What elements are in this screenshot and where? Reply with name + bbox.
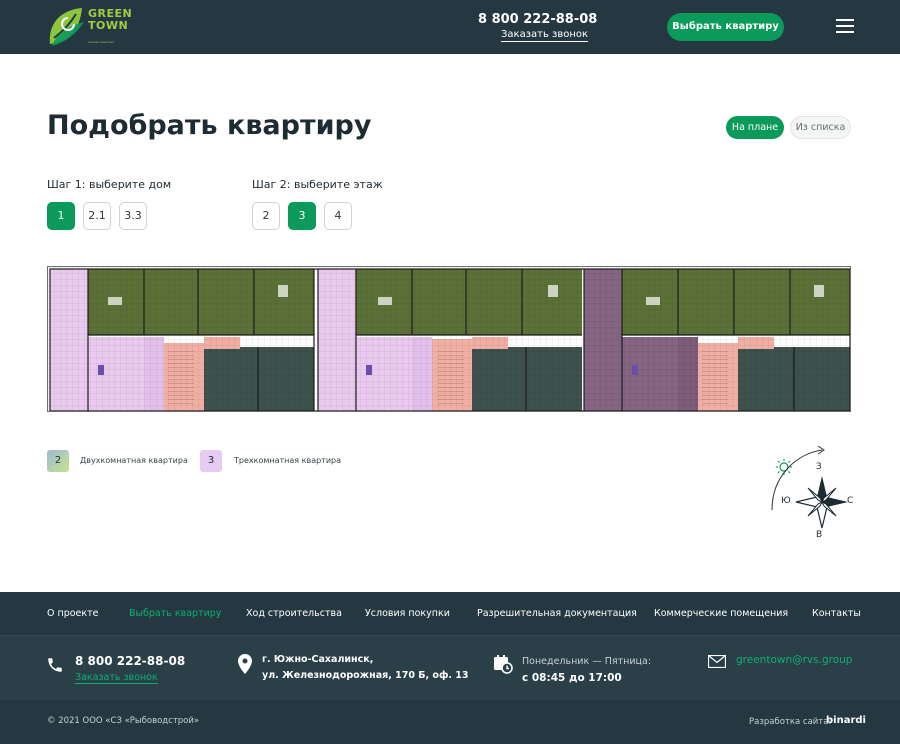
step1-label: Шаг 1: выберите дом bbox=[47, 178, 172, 191]
location-pin-icon bbox=[238, 654, 252, 674]
view-on-plan-button[interactable]: На плане bbox=[726, 116, 784, 139]
menu-icon[interactable] bbox=[836, 19, 854, 33]
phone-icon bbox=[48, 658, 62, 672]
footer-callback-link[interactable]: Заказать звонок bbox=[75, 672, 158, 684]
mail-icon bbox=[708, 655, 726, 668]
logo-line2: TOWN bbox=[88, 19, 129, 32]
footer-address-line2: ул. Железнодорожная, 170 Б, оф. 13 bbox=[262, 670, 469, 681]
page-title: Подобрать квартиру bbox=[47, 110, 372, 141]
floor-option-4[interactable]: 4 bbox=[324, 202, 352, 230]
footer-developer-brand[interactable]: binardi bbox=[826, 715, 866, 726]
footer-hours-value: с 08:45 до 17:00 bbox=[522, 672, 622, 684]
site-header: GREEN TOWN жилой комплекс 8 800 222-88-0… bbox=[0, 0, 900, 54]
legend-2room-label: Двухкомнатная квартира bbox=[80, 456, 188, 465]
compass-rose-icon bbox=[771, 445, 848, 529]
footer-nav-construction[interactable]: Ход строительства bbox=[246, 608, 342, 619]
footer-bottom-bar: © 2021 ООО «СЗ «Рыбоводстрой» Разработка… bbox=[0, 700, 900, 744]
footer-hours-label: Понедельник — Пятница: bbox=[522, 656, 652, 667]
logo[interactable]: GREEN TOWN жилой комплекс bbox=[46, 4, 132, 50]
house-option-1[interactable]: 1 bbox=[47, 202, 75, 230]
leaf-logo-icon bbox=[49, 8, 84, 46]
legend-3room-swatch: 3 bbox=[200, 450, 222, 472]
header-callback-link[interactable]: Заказать звонок bbox=[501, 29, 589, 42]
step2-label: Шаг 2: выберите этаж bbox=[252, 178, 383, 191]
footer-developer-label: Разработка сайта: bbox=[749, 717, 832, 727]
compass-north-label: З bbox=[816, 462, 822, 472]
floor-option-3[interactable]: 3 bbox=[288, 202, 316, 230]
logo-subtitle: жилой комплекс bbox=[88, 40, 115, 44]
legend-2room-swatch: 2 bbox=[47, 450, 69, 472]
footer-copyright: © 2021 ООО «СЗ «Рыбоводстрой» bbox=[47, 716, 200, 726]
footer-nav-contacts[interactable]: Контакты bbox=[812, 608, 861, 619]
footer-nav-purchase-terms[interactable]: Условия покупки bbox=[365, 608, 450, 619]
compass-east-label: С bbox=[847, 496, 854, 506]
choose-apartment-button[interactable]: Выбрать квартиру bbox=[667, 13, 784, 41]
compass: З В Ю С bbox=[766, 445, 858, 542]
footer-nav-about[interactable]: О проекте bbox=[47, 608, 99, 619]
site-footer: О проекте Выбрать квартиру Ход строитель… bbox=[0, 592, 900, 744]
footer-nav-choose-apartment[interactable]: Выбрать квартиру bbox=[129, 608, 221, 619]
house-option-2-1[interactable]: 2.1 bbox=[83, 202, 111, 230]
footer-email[interactable]: greentown@rvs.group bbox=[736, 654, 852, 666]
footer-nav: О проекте Выбрать квартиру Ход строитель… bbox=[0, 592, 900, 636]
footer-nav-commercial[interactable]: Коммерческие помещения bbox=[654, 608, 788, 619]
footer-phone[interactable]: 8 800 222-88-08 bbox=[75, 654, 185, 668]
floor-plan-drawing bbox=[48, 267, 850, 411]
footer-contacts: 8 800 222-88-08 Заказать звонок г. Южно-… bbox=[0, 636, 900, 700]
house-option-3-3[interactable]: 3.3 bbox=[119, 202, 147, 230]
footer-address-line1: г. Южно-Сахалинск, bbox=[262, 654, 374, 665]
calendar-clock-icon bbox=[494, 655, 513, 674]
floor-option-2[interactable]: 2 bbox=[252, 202, 280, 230]
compass-west-label: Ю bbox=[781, 496, 791, 506]
legend-3room-label: Трехкомнатная квартира bbox=[234, 456, 342, 465]
view-from-list-button[interactable]: Из списка bbox=[790, 116, 851, 139]
footer-nav-documents[interactable]: Разрешительная документация bbox=[477, 608, 637, 619]
header-phone[interactable]: 8 800 222-88-08 bbox=[478, 12, 597, 27]
logo-text: GREEN TOWN bbox=[88, 8, 132, 32]
compass-south-label: В bbox=[816, 530, 823, 540]
floor-plan bbox=[47, 266, 851, 412]
